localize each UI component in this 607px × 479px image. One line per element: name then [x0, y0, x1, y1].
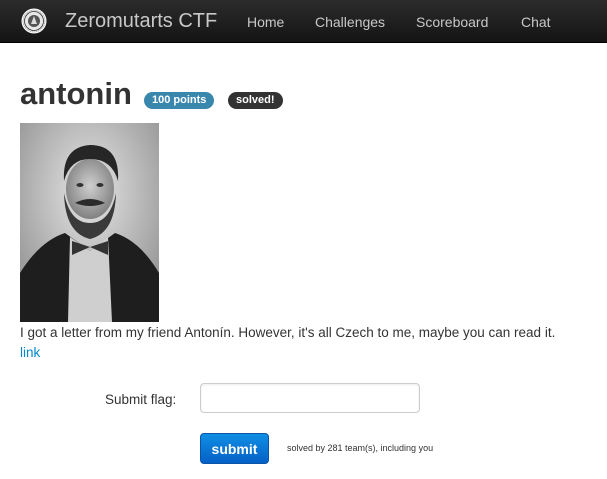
challenge-title: antonin — [20, 76, 132, 111]
university-seal-icon[interactable] — [21, 8, 47, 34]
solved-count-text: solved by 281 team(s), including you — [287, 443, 434, 453]
solved-badge: solved! — [228, 92, 283, 109]
brand-name[interactable]: Zeromutarts CTF — [65, 10, 217, 33]
points-badge: 100 points — [144, 92, 215, 109]
challenge-file-link[interactable]: link — [20, 345, 40, 360]
nav-item-chat[interactable]: Chat — [521, 14, 551, 30]
nav-item-challenges[interactable]: Challenges — [315, 14, 385, 30]
nav-item-home[interactable]: Home — [247, 14, 284, 30]
nav-item-scoreboard[interactable]: Scoreboard — [416, 14, 488, 30]
flag-label: Submit flag: — [105, 392, 177, 407]
portrait-image — [20, 123, 159, 322]
submit-button[interactable]: submit — [200, 433, 269, 464]
flag-input[interactable] — [200, 383, 420, 413]
challenge-description: I got a letter from my friend Antonín. H… — [20, 325, 556, 340]
top-navbar: Zeromutarts CTF Home Challenges Scoreboa… — [0, 0, 607, 43]
